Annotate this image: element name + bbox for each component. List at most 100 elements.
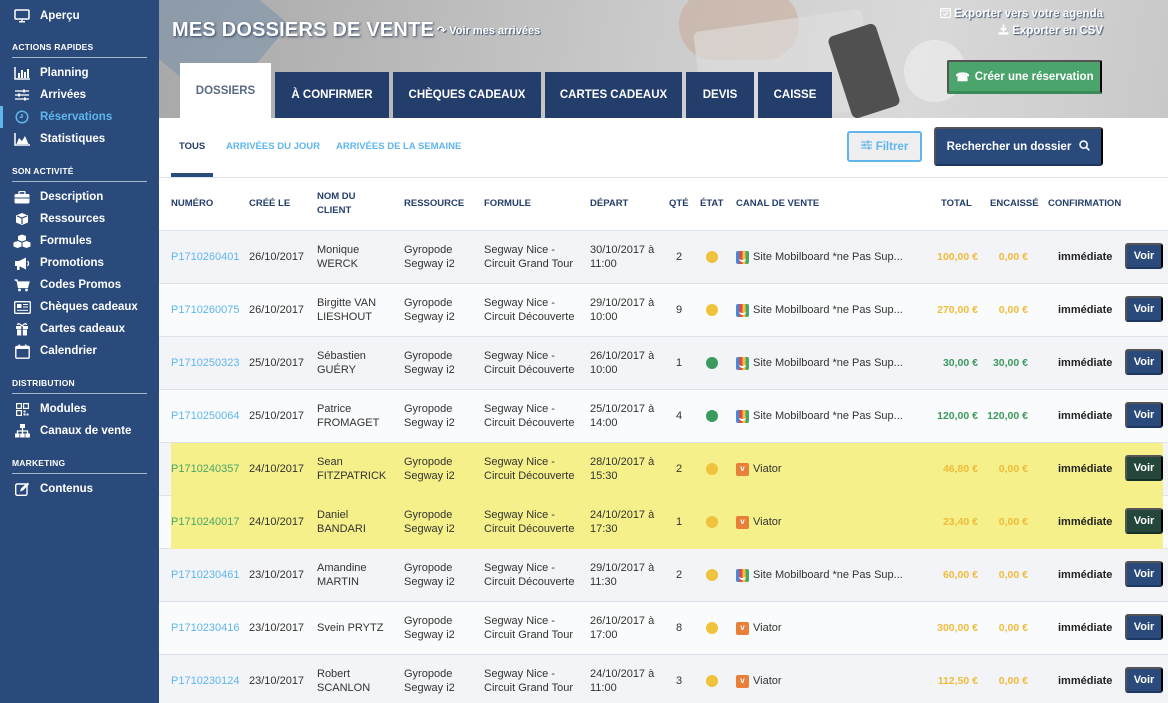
departure: 24/10/2017 à 11:00 [590, 668, 655, 694]
column-header-encaisse[interactable]: ENCAISSÉ [990, 197, 1039, 211]
sidebar-item-ressources[interactable]: Ressources [0, 208, 159, 230]
voir-button[interactable]: Voir [1125, 402, 1163, 428]
sidebar-item-description[interactable]: Description [0, 186, 159, 208]
column-header-confirmation[interactable]: CONFIRMATION [1048, 197, 1121, 211]
resource: Gyropode Segway i2 [404, 297, 455, 323]
sliders-icon [860, 140, 872, 153]
active-subtab-indicator [171, 173, 213, 177]
voir-button[interactable]: Voir [1125, 667, 1163, 693]
voir-button[interactable]: Voir [1125, 349, 1163, 375]
column-header-total[interactable]: TOTAL [941, 197, 972, 211]
total-amount: 60,00 € [942, 569, 978, 581]
dossier-number-link[interactable]: P1710260401 [171, 250, 240, 264]
sub-navigation: TOUS ARRIVÉES DU JOUR ARRIVÉES DE LA SEM… [159, 118, 1168, 178]
confirmation-status: immédiate [1058, 304, 1113, 316]
sidebar-item-canaux-de-vente[interactable]: Canaux de vente [0, 420, 159, 442]
dossier-number-link[interactable]: P1710230416 [171, 621, 240, 635]
voir-button[interactable]: Voir [1125, 508, 1163, 534]
cubes-icon [13, 234, 31, 249]
paid-amount: 0,00 € [998, 304, 1028, 316]
sidebar-item-apercu[interactable]: Aperçu [0, 5, 159, 27]
filter-button[interactable]: Filtrer [847, 131, 922, 162]
viator-logo-icon: v [736, 462, 749, 476]
sidebar-item-calendrier[interactable]: Calendrier [0, 340, 159, 362]
tab-caisse[interactable]: CAISSE [758, 72, 832, 118]
voir-button[interactable]: Voir [1125, 614, 1163, 640]
megaphone-icon [13, 257, 31, 270]
column-header-canal-de-vente[interactable]: CANAL DE VENTE [736, 197, 819, 211]
voir-button[interactable]: Voir [1125, 561, 1163, 587]
sidebar: Aperçu ACTIONS RAPIDES Planning Arrivées… [0, 0, 159, 703]
voir-arrivees-link[interactable]: ↷ Voir mes arrivées [437, 24, 540, 37]
download-icon [998, 24, 1012, 37]
quantity: 1 [676, 516, 683, 528]
sidebar-item-label: Codes Promos [40, 279, 122, 291]
column-header-etat[interactable]: ÉTAT [700, 197, 723, 211]
tab-dossiers[interactable]: DOSSIERS [180, 63, 271, 118]
sidebar-item-arrivees[interactable]: Arrivées [0, 84, 159, 106]
total-amount: 270,00 € [937, 304, 978, 316]
paid-amount: 0,00 € [998, 569, 1028, 581]
departure: 29/10/2017 à 10:00 [590, 297, 655, 323]
column-header-cree-le[interactable]: CRÉÉ LE [249, 197, 290, 211]
search-dossier-button[interactable]: Rechercher un dossier [934, 127, 1103, 166]
column-header-depart[interactable]: DÉPART [590, 197, 628, 211]
column-header-qte[interactable]: QTÉ [669, 197, 689, 211]
subtab-arrivees-du-jour[interactable]: ARRIVÉES DU JOUR [226, 141, 320, 152]
formula: Segway Nice - Circuit Découverte [484, 509, 575, 535]
sidebar-item-planning[interactable]: Planning [0, 62, 159, 84]
sidebar-item-label: Modules [40, 403, 87, 415]
export-agenda-link[interactable]: Exporter vers votre agenda [939, 7, 1103, 20]
tab-devis[interactable]: DEVIS [686, 72, 754, 118]
subtab-arrivees-de-la-semaine[interactable]: ARRIVÉES DE LA SEMAINE [336, 141, 461, 152]
voir-button[interactable]: Voir [1125, 296, 1163, 322]
sales-channel: v Viator [736, 515, 782, 529]
total-amount: 30,00 € [942, 357, 978, 369]
dossier-number-link[interactable]: P1710260075 [171, 303, 240, 317]
sidebar-item-contenus[interactable]: Contenus [0, 478, 159, 500]
voir-button[interactable]: Voir [1125, 243, 1163, 269]
tab-cheques-cadeaux[interactable]: CHÈQUES CADEAUX [393, 72, 541, 118]
paid-amount: 30,00 € [992, 357, 1028, 369]
sidebar-item-reservations[interactable]: Réservations [0, 106, 159, 128]
sidebar-item-statistiques[interactable]: Statistiques [0, 128, 159, 150]
formula: Segway Nice - Circuit Découverte [484, 297, 575, 323]
column-header-formule[interactable]: FORMULE [484, 197, 531, 211]
status-dot [706, 516, 718, 528]
share-arrow-icon: ↷ [437, 25, 447, 37]
sidebar-item-cartes-cadeaux[interactable]: Cartes cadeaux [0, 318, 159, 340]
paid-amount: 0,00 € [998, 251, 1028, 263]
export-csv-link[interactable]: Exporter en CSV [998, 24, 1103, 37]
total-amount: 23,40 € [942, 516, 978, 528]
voir-button[interactable]: Voir [1125, 455, 1163, 481]
sidebar-item-cheques-cadeaux[interactable]: Chèques cadeaux [0, 296, 159, 318]
dossier-number-link[interactable]: P1710240017 [171, 515, 240, 529]
sidebar-item-modules[interactable]: Modules [0, 398, 159, 420]
departure: 24/10/2017 à 17:30 [590, 509, 655, 535]
resource: Gyropode Segway i2 [404, 562, 455, 588]
status-dot [706, 304, 718, 316]
column-header-ressource[interactable]: RESSOURCE [404, 197, 464, 211]
column-header-nom-client[interactable]: NOM DU CLIENT [317, 190, 356, 218]
create-reservation-button[interactable]: ☎ Créer une réservation [947, 60, 1102, 94]
dossier-number-link[interactable]: P1710240357 [171, 462, 240, 476]
dossier-number-link[interactable]: P1710230124 [171, 674, 240, 688]
created-date: 23/10/2017 [249, 569, 305, 581]
created-date: 23/10/2017 [249, 622, 305, 634]
viator-logo-icon: v [736, 674, 749, 688]
sidebar-item-codes-promos[interactable]: Codes Promos [0, 274, 159, 296]
table-row: P1710260401 26/10/2017 Monique WERCK Gyro… [159, 231, 1168, 284]
tab-a-confirmer[interactable]: À CONFIRMER [275, 72, 389, 118]
subtab-tous[interactable]: TOUS [179, 141, 205, 152]
total-amount: 120,00 € [937, 410, 978, 422]
sidebar-item-promotions[interactable]: Promotions [0, 252, 159, 274]
quantity: 9 [676, 304, 683, 316]
column-header-numero[interactable]: NUMÉRO [171, 197, 213, 211]
dossier-number-link[interactable]: P1710250323 [171, 356, 240, 370]
created-date: 24/10/2017 [249, 516, 305, 528]
tab-cartes-cadeaux[interactable]: CARTES CADEAUX [545, 72, 682, 118]
dossier-number-link[interactable]: P1710230461 [171, 568, 240, 582]
dossier-number-link[interactable]: P1710250064 [171, 409, 240, 423]
confirmation-status: immédiate [1058, 569, 1113, 581]
sidebar-item-formules[interactable]: Formules [0, 230, 159, 252]
